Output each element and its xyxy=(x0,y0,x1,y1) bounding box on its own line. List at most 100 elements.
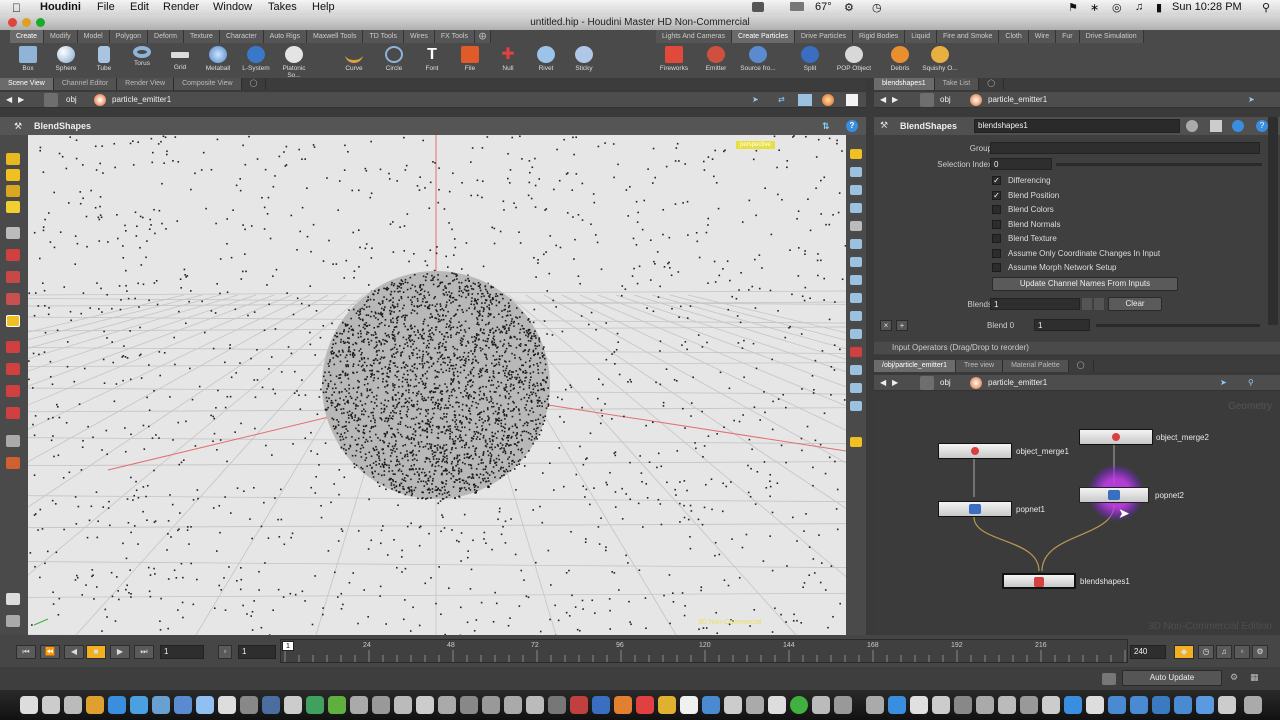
add-pane-tab-icon[interactable]: ◯ xyxy=(242,78,267,90)
volume-icon[interactable]: ♫ xyxy=(1135,1,1143,13)
node-blendshapes1[interactable] xyxy=(1002,573,1076,589)
range-icon[interactable]: ▫ xyxy=(1234,645,1250,659)
dock-firefox-icon[interactable] xyxy=(86,696,104,714)
handle-tool-icon[interactable] xyxy=(6,315,20,327)
dock-app47-icon[interactable] xyxy=(1152,696,1170,714)
dock-app40-icon[interactable] xyxy=(998,696,1016,714)
scene-viewport[interactable]: perspective 3D Non-Commercial xyxy=(28,135,846,635)
dock-app5-icon[interactable] xyxy=(218,696,236,714)
menu-render[interactable]: Render xyxy=(163,1,199,13)
dock-safari-icon[interactable] xyxy=(108,696,126,714)
param-back-icon[interactable]: ◀ xyxy=(880,92,886,108)
frame-icon[interactable] xyxy=(850,401,862,411)
current-frame-field[interactable]: 1 xyxy=(160,645,204,659)
dock-app49-icon[interactable] xyxy=(1196,696,1214,714)
param-wrench-icon[interactable]: ⚒ xyxy=(880,120,888,131)
arrow-tool-icon[interactable] xyxy=(6,227,20,239)
dock-app20-icon[interactable] xyxy=(548,696,566,714)
shelf-tab-modify[interactable]: Modify xyxy=(44,30,78,43)
vectors-icon[interactable] xyxy=(850,275,862,285)
dock-app24-icon[interactable] xyxy=(636,696,654,714)
info-doc-icon[interactable] xyxy=(1210,120,1222,132)
shelf-tab-fur[interactable]: Fur xyxy=(1056,30,1080,43)
tool-tube[interactable]: Tube xyxy=(86,45,122,78)
shelf-add-tab-icon[interactable]: ⨁ xyxy=(474,30,491,43)
tool-null[interactable]: ✚ Null xyxy=(490,45,526,78)
dock-app14-icon[interactable] xyxy=(416,696,434,714)
dock-app28-icon[interactable] xyxy=(724,696,742,714)
dock-app19-icon[interactable] xyxy=(526,696,544,714)
dock-finder-icon[interactable] xyxy=(20,696,38,714)
uv-icon[interactable] xyxy=(850,311,862,321)
close-window-icon[interactable] xyxy=(8,18,17,27)
cube-view-icon[interactable] xyxy=(798,94,812,106)
dock-app35-icon[interactable] xyxy=(888,696,906,714)
menu-takes[interactable]: Takes xyxy=(268,1,297,13)
dock-app7-icon[interactable] xyxy=(262,696,280,714)
status-more-icon[interactable]: ⚙ xyxy=(1230,672,1238,683)
shelf-tab-auto-rigs[interactable]: Auto Rigs xyxy=(263,30,308,43)
spotlight-icon[interactable]: ⚲ xyxy=(1262,1,1270,14)
shelf-tab-drive-simulation[interactable]: Drive Simulation xyxy=(1079,30,1144,43)
morph-network-checkbox[interactable] xyxy=(992,263,1001,272)
view-tool-icon[interactable] xyxy=(6,185,20,197)
view-badge[interactable]: perspective xyxy=(736,141,775,149)
dock-app44-icon[interactable] xyxy=(1086,696,1104,714)
selection-index-field[interactable]: 0 xyxy=(990,158,1052,170)
cook-icon[interactable] xyxy=(850,437,862,447)
menu-help[interactable]: Help xyxy=(312,1,335,13)
shelf-tab-deform[interactable]: Deform xyxy=(148,30,184,43)
sculpt-icon[interactable] xyxy=(6,363,20,375)
tool-metaball[interactable]: Metaball xyxy=(200,45,236,78)
play-icon[interactable]: ▶ xyxy=(110,645,130,659)
dock-app10-icon[interactable] xyxy=(328,696,346,714)
shelf-tab-maxwell-tools[interactable]: Maxwell Tools xyxy=(307,30,364,43)
translate-icon[interactable] xyxy=(6,249,20,261)
dock-app11-icon[interactable] xyxy=(350,696,368,714)
op-name-field[interactable]: blendshapes1 xyxy=(974,119,1180,133)
shelf-tab-texture[interactable]: Texture xyxy=(183,30,220,43)
shelf-tab-wires[interactable]: Wires xyxy=(403,30,435,43)
status-grid-icon[interactable]: ▦ xyxy=(1250,672,1259,683)
snapping-icon[interactable]: ⇅ xyxy=(822,117,830,135)
wifi-icon[interactable]: ◎ xyxy=(1112,1,1122,14)
paint-icon[interactable] xyxy=(6,385,20,397)
help-icon[interactable]: ? xyxy=(846,120,858,132)
settings-icon[interactable] xyxy=(6,615,20,627)
stop-icon[interactable]: ■ xyxy=(86,645,106,659)
input-operators-section[interactable]: Input Operators (Drag/Drop to reorder) xyxy=(874,342,1280,354)
dock-app15-icon[interactable] xyxy=(438,696,456,714)
blend-position-checkbox[interactable]: ✓ xyxy=(992,191,1001,200)
dock-app18-icon[interactable] xyxy=(504,696,522,714)
param-info-icon[interactable] xyxy=(1232,120,1244,132)
render-icon[interactable] xyxy=(822,94,834,106)
tool-grid[interactable]: Grid xyxy=(162,45,198,78)
selection-index-slider[interactable] xyxy=(1056,163,1262,166)
tab-channel-editor[interactable]: Channel Editor xyxy=(53,78,118,90)
dock-app3-icon[interactable] xyxy=(174,696,192,714)
shelf-tab-cloth[interactable]: Cloth xyxy=(999,30,1029,43)
dock-app25-icon[interactable] xyxy=(658,696,676,714)
tool-file[interactable]: File xyxy=(452,45,488,78)
shelf-tab-create-particles[interactable]: Create Particles xyxy=(732,30,795,43)
shelf-tab-fire-smoke[interactable]: Fire and Smoke xyxy=(936,30,1000,43)
tool-curve[interactable]: Curve xyxy=(336,45,372,78)
wireframe-icon[interactable] xyxy=(850,185,862,195)
dock-app30-icon[interactable] xyxy=(768,696,786,714)
keyframe-icon[interactable]: ◆ xyxy=(1174,645,1194,659)
visibility-icon[interactable] xyxy=(850,329,862,339)
dock-app4-icon[interactable] xyxy=(196,696,214,714)
tool-box[interactable]: Box xyxy=(10,45,46,78)
clear-button[interactable]: Clear xyxy=(1108,297,1162,311)
tab-network-path[interactable]: /obj/particle_emitter1 xyxy=(874,360,956,372)
remove-blend-icon[interactable]: × xyxy=(880,320,892,331)
group-field[interactable] xyxy=(990,142,1260,154)
param-path-emitter[interactable]: particle_emitter1 xyxy=(988,92,1047,108)
dock-app22-icon[interactable] xyxy=(592,696,610,714)
dock-app38-icon[interactable] xyxy=(954,696,972,714)
start-frame-field[interactable]: 1 xyxy=(238,645,276,659)
select-mode-icon[interactable] xyxy=(6,169,20,181)
tool-sticky[interactable]: Sticky xyxy=(566,45,602,78)
tool-torus[interactable]: Torus xyxy=(124,45,160,78)
dock-app45-icon[interactable] xyxy=(1108,696,1126,714)
